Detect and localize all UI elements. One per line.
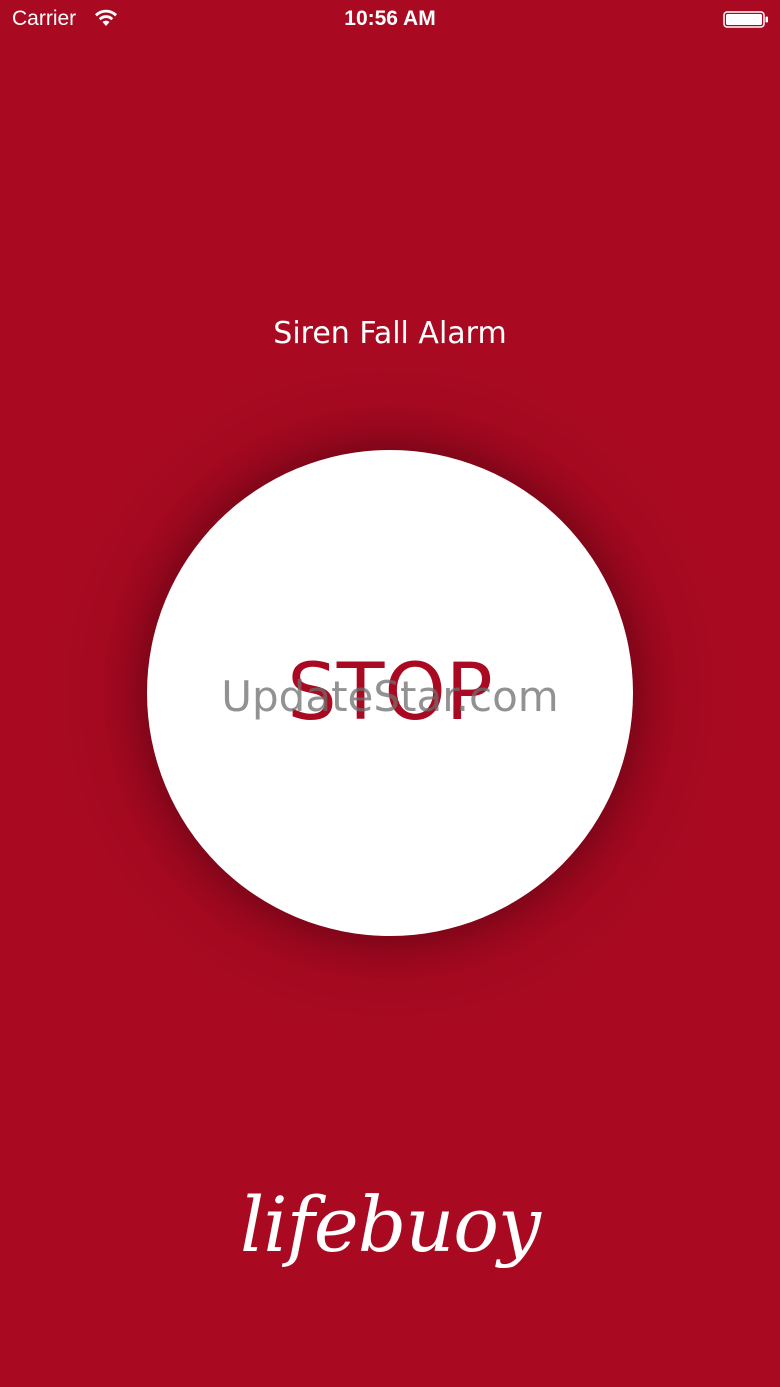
stop-button-label: STOP — [287, 648, 493, 738]
battery-icon — [723, 11, 768, 28]
status-time: 10:56 AM — [344, 7, 436, 30]
status-bar: Carrier 10:56 AM — [0, 0, 780, 40]
stop-button[interactable]: STOP — [147, 450, 633, 936]
lifebuoy-logo: lifebuoy — [239, 1180, 541, 1269]
